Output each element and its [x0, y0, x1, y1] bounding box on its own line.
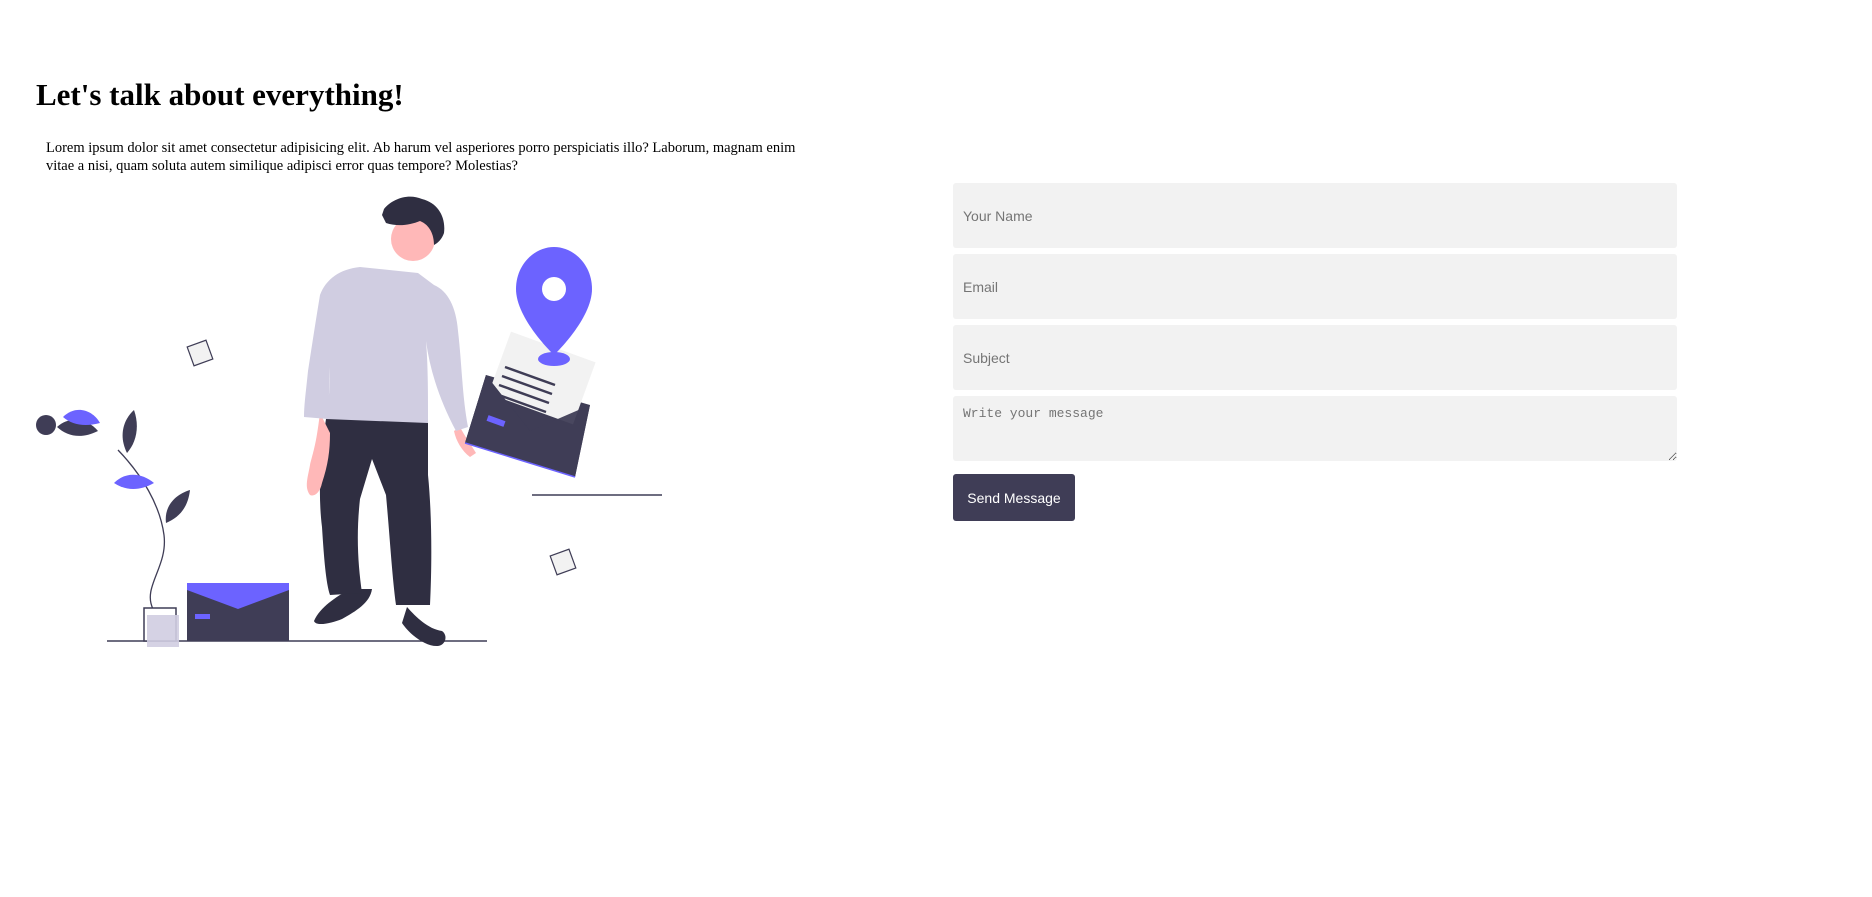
page-title: Let's talk about everything! — [36, 77, 404, 112]
floating-square-icon — [186, 339, 214, 367]
subject-field[interactable] — [953, 325, 1677, 390]
email-field[interactable] — [953, 254, 1677, 319]
small-envelope-icon — [187, 583, 289, 641]
intro-paragraph: Lorem ipsum dolor sit amet consectetur a… — [46, 140, 796, 174]
person-icon — [304, 196, 476, 647]
send-message-button[interactable]: Send Message — [953, 474, 1075, 521]
contact-illustration — [36, 196, 662, 647]
plant-icon — [36, 409, 190, 647]
open-envelope-icon — [464, 331, 596, 478]
floating-square-icon — [549, 548, 577, 576]
contact-page: Let's talk about everything! Lorem ipsum… — [0, 0, 1872, 897]
contact-form: Send Message — [953, 183, 1677, 521]
name-field[interactable] — [953, 183, 1677, 248]
message-field[interactable] — [953, 396, 1677, 461]
